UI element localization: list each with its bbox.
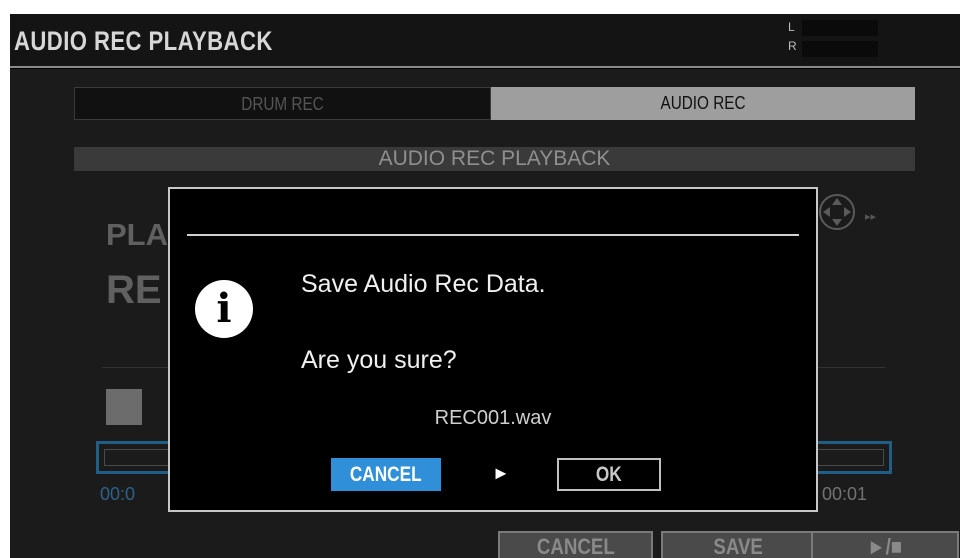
level-meter-left-label: L [788,20,795,34]
tab-audio-rec-label: AUDIO REC [660,93,746,113]
section-title: AUDIO REC PLAYBACK [74,147,915,171]
time-start: 00:0 [100,484,136,504]
level-meter-right [802,41,878,57]
save-button-bottom[interactable]: SAVE [661,531,816,558]
level-meter-right-label: R [788,39,797,53]
header-bar: AUDIO REC PLAYBACK L R [10,14,960,66]
cursor-pad-icon [819,194,855,230]
header-divider [10,66,960,68]
cancel-button-bottom-label: CANCEL [536,534,615,558]
play-stop-button[interactable]: ►/■ [811,531,959,558]
dialog-message-line1: Save Audio Rec Data. [301,270,546,298]
play-label: PLA [106,217,168,252]
dialog-ok-button[interactable]: OK [557,458,661,491]
dialog-title-rule [187,234,799,236]
dialog-ok-label: OK [596,463,622,486]
play-stop-button-label: ►/■ [867,534,903,558]
level-meter-left [802,20,878,36]
cancel-button-bottom[interactable]: CANCEL [498,531,653,558]
dialog-cancel-label: CANCEL [350,463,422,486]
dialog-message-line2: Are you sure? [301,346,457,374]
tab-drum-rec-label: DRUM REC [241,94,324,114]
arrow-right-icon: ► [492,463,510,483]
tab-drum-rec[interactable]: DRUM REC [74,87,491,120]
info-icon: i [195,280,253,338]
time-end: 00:01 [822,484,868,504]
fast-forward-icon: ▸▸ [865,211,877,223]
dialog-cancel-button[interactable]: CANCEL [331,458,441,491]
device-screen: AUDIO REC PLAYBACK L R DRUM REC AUDIO RE… [10,14,960,558]
confirm-dialog: i Save Audio Rec Data. Are you sure? REC… [168,187,818,512]
dialog-filename: REC001.wav [434,407,552,429]
tab-audio-rec[interactable]: AUDIO REC [491,87,915,120]
stop-icon[interactable] [106,389,142,425]
rec-label: RE [106,268,162,312]
mode-tabs: DRUM REC AUDIO REC [74,87,915,120]
page-title: AUDIO REC PLAYBACK [14,26,273,56]
save-button-bottom-label: SAVE [713,534,764,558]
